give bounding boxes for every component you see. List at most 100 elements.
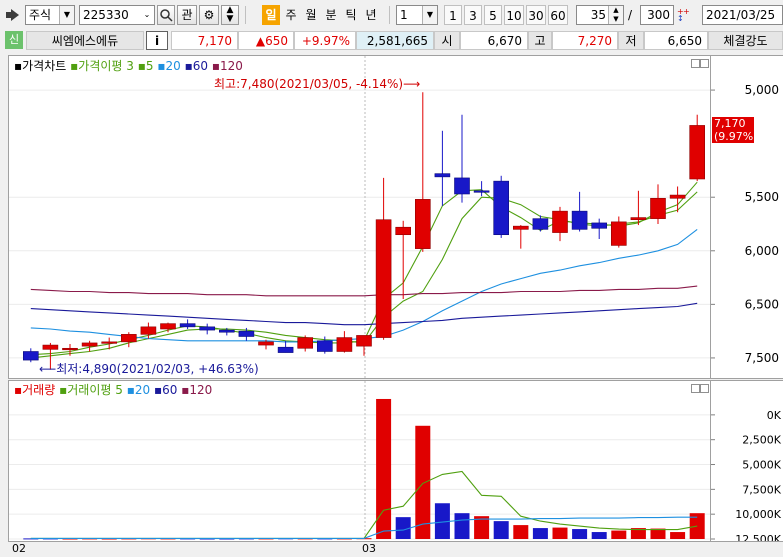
candle[interactable] — [356, 335, 372, 356]
legend-volume-ma-label: 거래이평 — [67, 383, 112, 397]
period-month-button[interactable]: 월 — [302, 5, 320, 25]
panel-maximize-icon[interactable] — [691, 384, 700, 393]
candle[interactable] — [121, 332, 137, 348]
candle-body — [277, 346, 294, 353]
period-week-button[interactable]: 주 — [282, 5, 300, 25]
candle-body — [552, 210, 568, 233]
settings-icon: ⚙ — [203, 8, 215, 22]
date-picker[interactable]: 2021/03/25 — [702, 5, 783, 25]
interval-preset-button[interactable]: 30 — [526, 5, 546, 25]
period-minute-button[interactable]: 분 — [322, 5, 340, 25]
volume-bar[interactable] — [572, 529, 588, 539]
watch-button[interactable]: 관 — [177, 5, 197, 25]
interval-select[interactable]: 1 ▼ — [396, 5, 438, 25]
market-type-value: 주식 — [29, 8, 52, 22]
volume-bar[interactable] — [454, 513, 470, 539]
candle[interactable] — [512, 225, 529, 249]
interval-preset-button[interactable]: 5 — [484, 5, 502, 25]
stock-code-input[interactable]: 225330 ⌄ — [79, 5, 155, 25]
candle-body — [199, 326, 215, 331]
candle[interactable] — [454, 114, 470, 203]
market-type-select[interactable]: 주식 ▼ — [25, 5, 75, 25]
legend-marker: ▪ — [14, 59, 23, 73]
candle[interactable] — [160, 322, 176, 333]
volume-bar[interactable] — [591, 532, 607, 539]
zoom-total-value: 300 — [647, 8, 670, 22]
panel-maximize-icon[interactable] — [691, 59, 700, 68]
candle[interactable] — [630, 190, 647, 226]
volume-panel: ▪거래량 ▪거래이평 5 ▪20 ▪60 ▪120 — [8, 380, 711, 542]
legend-ma-label: 가격이평 — [78, 59, 123, 73]
volume-chart[interactable] — [9, 381, 710, 541]
candle[interactable] — [493, 175, 510, 238]
legend-marker: ▪ — [153, 383, 163, 397]
chart-settings-button[interactable]: ⚙ — [199, 5, 219, 25]
spin-icon[interactable]: ▲ ▼ — [608, 6, 623, 24]
candle[interactable] — [571, 191, 588, 232]
candle[interactable] — [434, 130, 451, 206]
interval-preset-button[interactable]: 10 — [504, 5, 524, 25]
volume-bar[interactable] — [493, 521, 509, 539]
separator — [245, 6, 246, 24]
candle-body — [689, 125, 706, 180]
zoom-toggle-button[interactable]: + + ↕ — [677, 6, 691, 26]
chevron-down-icon[interactable]: ▼ — [59, 6, 74, 24]
legend-vma-60: 60 — [162, 383, 178, 397]
y-tick-label: 10,000K — [735, 508, 781, 521]
interval-preset-button[interactable]: 60 — [548, 5, 568, 25]
interval-preset-button[interactable]: 1 — [444, 5, 462, 25]
candle[interactable] — [414, 92, 431, 252]
candle[interactable] — [297, 335, 314, 352]
y-tick-label: 6,500 — [745, 297, 779, 311]
candle[interactable] — [277, 340, 294, 353]
search-button[interactable] — [157, 5, 175, 25]
panel-close-icon[interactable] — [700, 384, 709, 393]
candle-body — [610, 221, 627, 246]
open-price: 6,670 — [460, 31, 528, 50]
volume-bar[interactable] — [670, 532, 686, 539]
candle[interactable] — [610, 216, 627, 248]
x-axis: 02 03 — [0, 542, 783, 557]
stock-name[interactable]: 씨엠에스에듀 — [26, 31, 144, 50]
zoom-count-input[interactable]: 35 ▲ ▼ — [576, 5, 624, 25]
strength-button[interactable]: 체결강도 — [708, 31, 783, 50]
current-price: 7,170 — [171, 31, 238, 50]
chevron-down-icon[interactable]: ⌄ — [140, 6, 154, 24]
candle[interactable] — [101, 337, 117, 350]
volume-bar[interactable] — [552, 527, 568, 539]
arrow-right-icon[interactable] — [6, 9, 20, 21]
quote-bar: 신 씨엠에스에듀 i 7,170 ▲650 +9.97% 2,581,665 시… — [0, 30, 783, 52]
interval-preset-button[interactable]: 3 — [464, 5, 482, 25]
candle-body — [160, 323, 176, 330]
candle[interactable] — [591, 218, 608, 239]
up-down-stepper[interactable]: ▲ ▼ — [221, 5, 239, 25]
period-day-button[interactable]: 일 — [262, 5, 280, 25]
candle[interactable] — [199, 323, 215, 335]
volume-bar[interactable] — [532, 528, 548, 539]
candle[interactable] — [689, 114, 706, 182]
separator — [389, 6, 390, 24]
chevron-down-icon[interactable]: ▼ — [422, 6, 437, 24]
period-year-button[interactable]: 년 — [362, 5, 380, 25]
legend-marker: ▪ — [137, 59, 146, 73]
candle[interactable] — [81, 340, 98, 352]
info-button[interactable]: i — [146, 31, 168, 50]
legend-vma-5: 5 — [115, 383, 123, 397]
candle[interactable] — [375, 177, 392, 340]
candle[interactable] — [179, 319, 196, 329]
ma-120-line — [30, 285, 698, 297]
candle-body — [375, 219, 392, 338]
candle[interactable] — [23, 348, 39, 363]
price-chart[interactable] — [9, 56, 710, 378]
open-label: 시 — [434, 31, 460, 50]
candle[interactable] — [552, 206, 568, 242]
zoom-total-input[interactable]: 300 — [640, 5, 674, 25]
period-tick-button[interactable]: 틱 — [342, 5, 360, 25]
candle-body — [434, 173, 451, 178]
volume-bar[interactable] — [513, 525, 529, 539]
panel-close-icon[interactable] — [700, 59, 709, 68]
volume-bar[interactable] — [611, 530, 627, 539]
candle[interactable] — [650, 184, 666, 224]
volume-bar[interactable] — [415, 425, 431, 539]
candle[interactable] — [336, 331, 353, 353]
